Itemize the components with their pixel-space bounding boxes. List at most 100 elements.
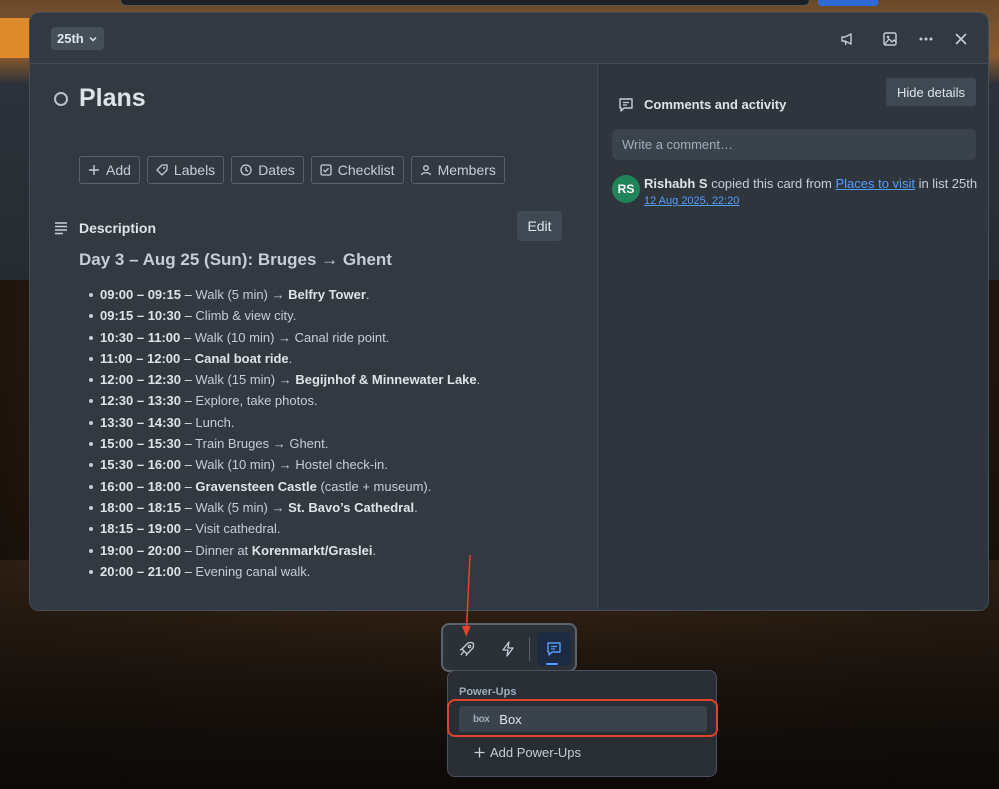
itinerary-text: Walk (15 min) → bbox=[195, 372, 296, 388]
active-indicator bbox=[546, 663, 558, 665]
plus-icon bbox=[89, 165, 99, 175]
add-power-ups-label: Add Power-Ups bbox=[490, 745, 582, 760]
power-ups-button[interactable] bbox=[450, 632, 484, 666]
itinerary-separator: – bbox=[180, 478, 196, 494]
itinerary-separator: – bbox=[180, 350, 195, 366]
add-power-ups-button[interactable]: Add Power-Ups bbox=[474, 745, 581, 760]
itinerary-place: Canal boat ride bbox=[194, 350, 289, 366]
itinerary-text: Walk (5 min) → bbox=[195, 287, 289, 302]
labels-label: Labels bbox=[173, 162, 216, 178]
itinerary-time: 12:30 – 13:30 bbox=[100, 393, 181, 409]
background-button bbox=[818, 0, 878, 6]
itinerary-place: Belfry Tower bbox=[288, 287, 366, 302]
avatar[interactable]: RS bbox=[612, 175, 640, 203]
itinerary-item: 11:00 – 12:00 – Canal boat ride. bbox=[88, 348, 480, 369]
itinerary-text: Walk (10 min) → Canal ride point. bbox=[194, 329, 390, 345]
automation-button[interactable] bbox=[491, 632, 525, 666]
itinerary-item: 15:00 – 15:30 – Train Bruges → Ghent. bbox=[88, 433, 480, 454]
list-selector-button[interactable]: 25th bbox=[51, 27, 104, 50]
itinerary-item: 09:15 – 10:30 – Climb & view city. bbox=[88, 305, 480, 326]
itinerary-item: 20:00 – 21:00 – Evening canal walk. bbox=[88, 561, 480, 582]
itinerary-text: Evening canal walk. bbox=[195, 563, 311, 579]
labels-button[interactable]: Labels bbox=[146, 156, 225, 184]
itinerary-item: 15:30 – 16:00 – Walk (10 min) → Hostel c… bbox=[88, 454, 480, 475]
itinerary-place: Gravensteen Castle bbox=[195, 478, 317, 494]
itinerary-time: 10:30 – 11:00 bbox=[100, 329, 181, 345]
background-search-bar bbox=[120, 0, 810, 6]
itinerary-item: 18:15 – 19:00 – Visit cathedral. bbox=[88, 518, 480, 539]
modal-header: 25th bbox=[30, 13, 988, 64]
comment-input[interactable] bbox=[612, 129, 976, 160]
dates-button[interactable]: Dates bbox=[231, 156, 304, 184]
itinerary-separator: – bbox=[180, 372, 196, 388]
itinerary-time: 20:00 – 21:00 bbox=[100, 563, 181, 579]
lightning-icon bbox=[502, 641, 514, 657]
description-icon bbox=[55, 222, 67, 235]
members-label: Members bbox=[437, 162, 496, 178]
itinerary-text: Climb & view city. bbox=[195, 308, 297, 324]
itinerary-time: 18:15 – 19:00 bbox=[100, 521, 181, 537]
itinerary-time: 11:00 – 12:00 bbox=[100, 350, 181, 366]
activity-user[interactable]: Rishabh S bbox=[644, 176, 708, 191]
itinerary-separator: – bbox=[180, 499, 196, 515]
highlight-annotation bbox=[447, 699, 718, 737]
itinerary-place: St. Bavo’s Cathedral bbox=[288, 499, 415, 515]
hide-details-button[interactable]: Hide details bbox=[886, 78, 976, 106]
itinerary-item: 12:00 – 12:30 – Walk (15 min) → Begijnho… bbox=[88, 369, 480, 390]
itinerary-text: Explore, take photos. bbox=[195, 393, 318, 409]
itinerary-time: 15:30 – 16:00 bbox=[100, 457, 181, 473]
itinerary-separator: – bbox=[180, 521, 196, 537]
tag-icon bbox=[156, 164, 168, 176]
itinerary-text: Lunch. bbox=[195, 414, 235, 430]
itinerary-list: 09:00 – 09:15 – Walk (5 min) → Belfry To… bbox=[88, 284, 480, 582]
itinerary-tail: . bbox=[365, 287, 370, 302]
itinerary-item: 13:30 – 14:30 – Lunch. bbox=[88, 412, 480, 433]
edit-description-button[interactable]: Edit bbox=[517, 211, 562, 241]
itinerary-time: 18:00 – 18:15 bbox=[100, 499, 181, 515]
source-list-link[interactable]: Places to visit bbox=[835, 176, 914, 191]
itinerary-time: 09:15 – 10:30 bbox=[100, 308, 181, 324]
card-title[interactable]: Plans bbox=[79, 84, 146, 113]
card-detail-modal: 25th Plans Add Labels Dates Checklist Me… bbox=[29, 12, 989, 611]
itinerary-separator: – bbox=[180, 414, 196, 430]
itinerary-item: 10:30 – 11:00 – Walk (10 min) → Canal ri… bbox=[88, 327, 480, 348]
itinerary-time: 16:00 – 18:00 bbox=[100, 478, 181, 494]
members-button[interactable]: Members bbox=[410, 156, 505, 184]
dates-label: Dates bbox=[258, 162, 295, 178]
activity-timestamp[interactable]: 12 Aug 2025, 22:20 bbox=[644, 195, 739, 207]
itinerary-item: 16:00 – 18:00 – Gravensteen Castle (cast… bbox=[88, 476, 480, 497]
itinerary-tail: . bbox=[372, 542, 377, 558]
checklist-button[interactable]: Checklist bbox=[310, 156, 404, 184]
activity-action: copied this card from bbox=[707, 176, 836, 191]
itinerary-time: 19:00 – 20:00 bbox=[100, 542, 181, 558]
itinerary-text: Dinner at bbox=[195, 542, 252, 558]
itinerary-separator: – bbox=[180, 542, 196, 558]
power-ups-heading: Power-Ups bbox=[459, 686, 517, 698]
itinerary-separator: – bbox=[180, 287, 196, 302]
activity-entry: Rishabh S copied this card from Places t… bbox=[644, 176, 977, 191]
itinerary-tail: . bbox=[288, 350, 293, 366]
comments-toggle-button[interactable] bbox=[537, 632, 571, 666]
user-icon bbox=[420, 165, 431, 176]
add-button[interactable]: Add bbox=[79, 156, 140, 184]
close-icon[interactable] bbox=[949, 27, 973, 51]
complete-checkbox[interactable] bbox=[54, 92, 68, 106]
megaphone-icon[interactable] bbox=[836, 27, 860, 51]
checklist-label: Checklist bbox=[337, 162, 395, 178]
itinerary-separator: – bbox=[180, 393, 196, 409]
itinerary-item: 09:00 – 09:15 – Walk (5 min) → Belfry To… bbox=[88, 284, 480, 305]
itinerary-text: Train Bruges → Ghent. bbox=[195, 436, 329, 452]
activity-panel: Comments and activity Hide details RS Ri… bbox=[597, 64, 988, 610]
more-icon[interactable] bbox=[914, 27, 938, 51]
activity-suffix: in list 25th bbox=[914, 176, 978, 191]
itinerary-separator: – bbox=[180, 329, 195, 345]
itinerary-separator: – bbox=[180, 457, 196, 473]
itinerary-text: Walk (10 min) → Hostel check-in. bbox=[195, 457, 388, 473]
card-main-column: Plans Add Labels Dates Checklist Members bbox=[30, 64, 597, 610]
comment-icon bbox=[619, 98, 633, 112]
description-label: Description bbox=[79, 220, 157, 236]
image-icon[interactable] bbox=[878, 27, 902, 51]
clock-icon bbox=[240, 164, 252, 176]
itinerary-time: 12:00 – 12:30 bbox=[100, 372, 181, 388]
itinerary-separator: – bbox=[180, 563, 196, 579]
